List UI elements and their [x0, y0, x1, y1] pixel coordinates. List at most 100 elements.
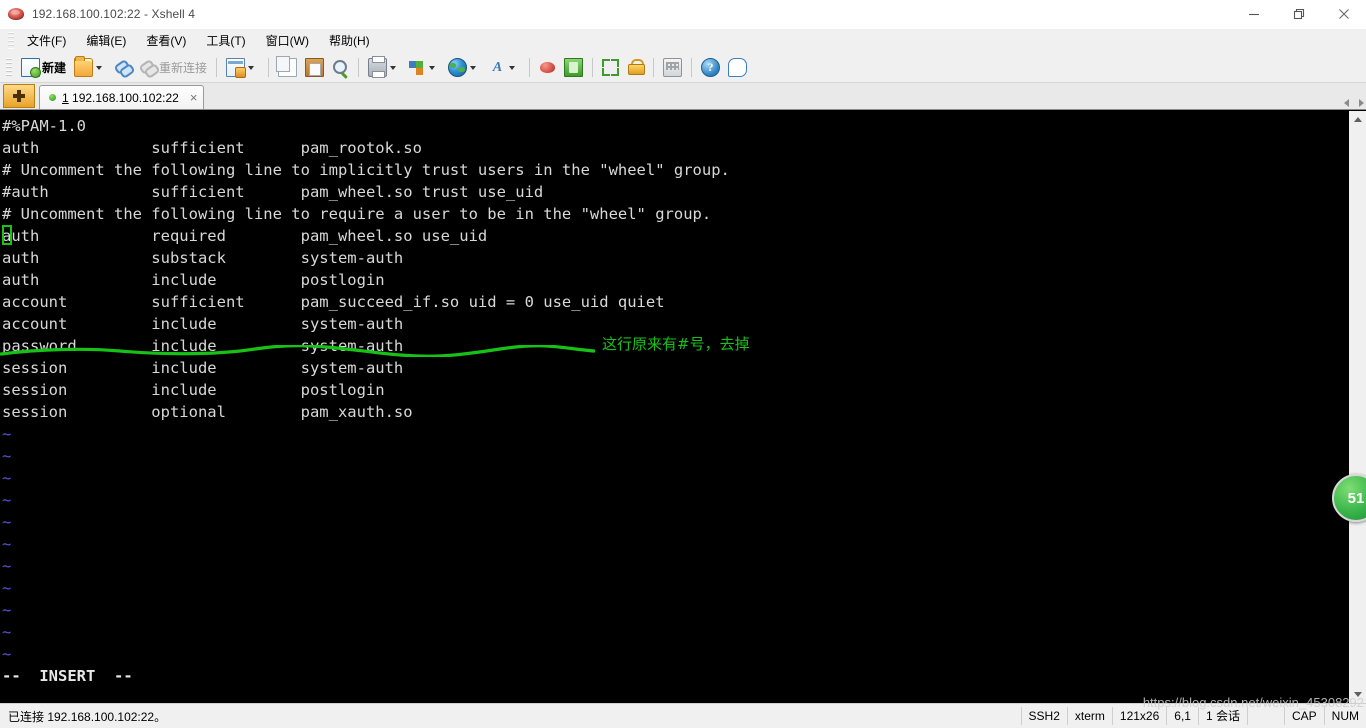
scroll-tabs-right-icon[interactable] [1359, 99, 1364, 107]
status-num-lock: NUM [1323, 707, 1366, 725]
new-session-icon [21, 58, 41, 78]
terminal-line: # Uncomment the following line to implic… [2, 161, 730, 179]
menu-tools[interactable]: 工具(T) [197, 30, 254, 51]
lock-icon [627, 59, 646, 76]
terminal-empty-line-marker: ~ [2, 535, 12, 553]
open-session-button[interactable] [71, 55, 110, 80]
chevron-down-icon[interactable] [429, 65, 436, 70]
terminal-line: session include system-auth [2, 359, 404, 377]
tab-session-1[interactable]: 1 192.168.100.102:22 × [39, 85, 205, 109]
status-bar: 已连接 192.168.100.102:22。 SSH2 xterm 121x2… [0, 703, 1366, 728]
terminal-line: account sufficient pam_succeed_if.so uid… [2, 293, 665, 311]
tab-index: 1 [62, 90, 69, 105]
status-caps-lock: CAP [1283, 707, 1324, 725]
paste-button[interactable] [302, 55, 327, 80]
tab-title: 192.168.100.102:22 [72, 90, 179, 105]
chevron-down-icon[interactable] [248, 65, 255, 70]
find-button[interactable] [329, 55, 352, 80]
help-button[interactable]: ? [698, 55, 723, 80]
terminal-line: session optional pam_xauth.so [2, 403, 413, 421]
new-session-label: 新建 [42, 61, 67, 75]
terminal-line: # Uncomment the following line to requir… [2, 205, 712, 223]
paste-icon [305, 58, 325, 77]
terminal-empty-line-marker: ~ [2, 513, 12, 531]
chat-icon [728, 58, 748, 77]
xftp-button[interactable] [561, 55, 586, 80]
new-session-button[interactable]: 新建 [18, 55, 69, 80]
copy-button[interactable] [275, 55, 300, 80]
vim-mode-line: -- INSERT -- [2, 667, 133, 685]
xftp-icon [564, 58, 584, 77]
status-protocol: SSH2 [1020, 707, 1067, 725]
menu-edit[interactable]: 编辑(E) [77, 30, 135, 51]
chevron-down-icon[interactable] [96, 65, 103, 70]
fullscreen-button[interactable] [599, 55, 622, 80]
terminal-scrollbar[interactable] [1348, 111, 1366, 703]
scroll-down-icon[interactable] [1349, 686, 1366, 703]
print-button[interactable] [365, 55, 404, 80]
status-cursor-position: 6,1 [1166, 707, 1198, 725]
help-icon: ? [701, 58, 721, 77]
connect-icon [115, 59, 132, 76]
scroll-tabs-left-icon[interactable] [1344, 99, 1349, 107]
fullscreen-icon [602, 59, 620, 76]
scrollbar-track[interactable] [1349, 128, 1366, 686]
font-button[interactable]: A [486, 55, 523, 80]
web-browser-icon [448, 58, 468, 77]
toolbar-separator [358, 58, 360, 77]
terminal-output[interactable]: #%PAM-1.0 auth sufficient pam_rootok.so # … [0, 111, 1348, 703]
tab-navigation [1344, 99, 1364, 107]
menu-help[interactable]: 帮助(H) [320, 30, 379, 51]
keyboard-icon [663, 58, 683, 77]
terminal-empty-line-marker: ~ [2, 557, 12, 575]
terminal-line: auth sufficient pam_rootok.so [2, 139, 422, 157]
file-transfer-button[interactable] [406, 55, 443, 80]
terminal-line: auth include postlogin [2, 271, 385, 289]
scroll-up-icon[interactable] [1349, 111, 1366, 128]
new-tab-button[interactable] [3, 84, 35, 108]
font-icon: A [492, 60, 503, 75]
connect-button[interactable] [112, 55, 135, 80]
close-tab-icon[interactable]: × [190, 91, 198, 104]
web-browser-button[interactable] [445, 55, 484, 80]
toolbar-separator [529, 58, 531, 77]
terminal-line: session include postlogin [2, 381, 385, 399]
toolbar-grip[interactable] [6, 58, 12, 77]
title-bar: 192.168.100.102:22 - Xshell 4 [0, 0, 1366, 29]
chat-button[interactable] [725, 55, 750, 80]
window-controls [1231, 0, 1366, 28]
chevron-down-icon[interactable] [470, 65, 477, 70]
properties-button[interactable] [223, 55, 262, 80]
chevron-down-icon[interactable] [509, 65, 516, 70]
xshell-window: 192.168.100.102:22 - Xshell 4 文件(F) 编辑(E… [0, 0, 1366, 728]
status-session-count: 1 会话 [1197, 707, 1247, 725]
toolbar-separator [268, 58, 270, 77]
menu-grip[interactable] [8, 32, 14, 49]
menu-window[interactable]: 窗口(W) [257, 30, 318, 51]
annotation-text: 这行原来有#号，去掉 [602, 335, 750, 353]
menu-file[interactable]: 文件(F) [18, 30, 75, 51]
open-folder-icon [74, 56, 94, 77]
properties-icon [226, 58, 247, 78]
connection-status-dot [49, 94, 56, 101]
terminal-cursor [2, 225, 12, 245]
status-size: 121x26 [1111, 707, 1166, 725]
status-spacer [1246, 707, 1284, 725]
reconnect-label: 重新连接 [159, 61, 208, 75]
restore-button[interactable] [1276, 0, 1321, 28]
window-title: 192.168.100.102:22 - Xshell 4 [32, 7, 196, 21]
chevron-down-icon[interactable] [390, 65, 397, 70]
reconnect-button[interactable]: 重新连接 [137, 55, 210, 80]
toolbar-separator [592, 58, 594, 77]
terminal-empty-line-marker: ~ [2, 579, 12, 597]
keyboard-button[interactable] [660, 55, 685, 80]
minimize-button[interactable] [1231, 0, 1276, 28]
close-button[interactable] [1321, 0, 1366, 28]
lock-button[interactable] [624, 55, 647, 80]
terminal-line: auth substack system-auth [2, 249, 404, 267]
terminal-line: auth required pam_wheel.so use_uid [2, 227, 488, 245]
xshell-button[interactable] [536, 55, 559, 80]
disconnect-icon [140, 59, 157, 76]
menu-view[interactable]: 查看(V) [137, 30, 195, 51]
find-icon [332, 59, 349, 76]
